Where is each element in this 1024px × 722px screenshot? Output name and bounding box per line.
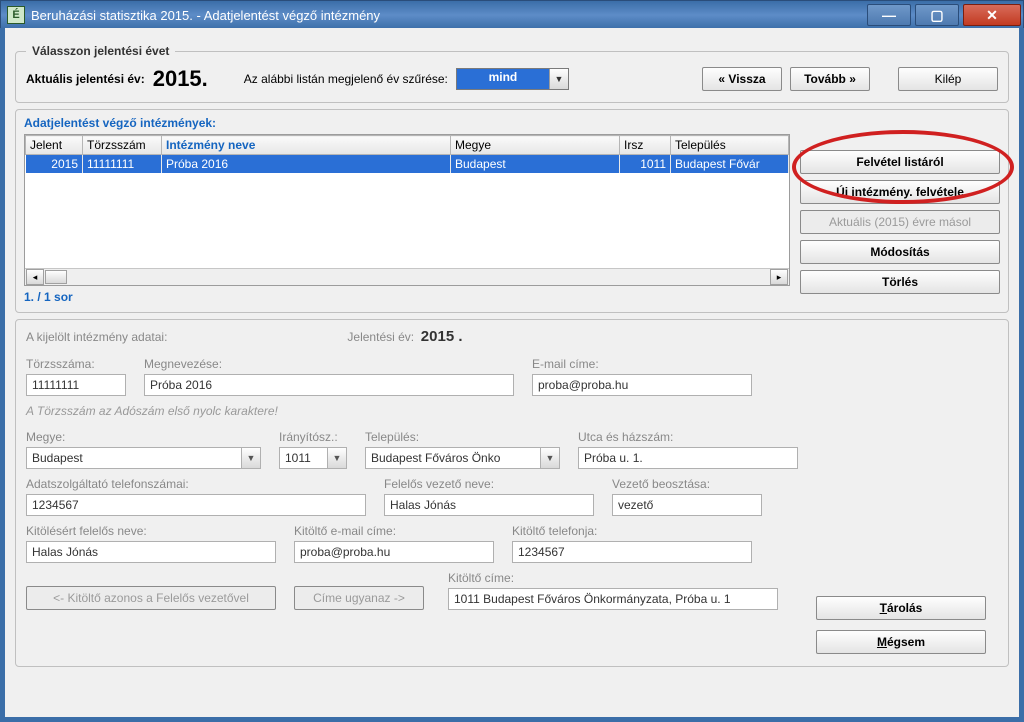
back-button[interactable]: « Vissza bbox=[702, 67, 782, 91]
cancel-button[interactable]: Mégsem bbox=[816, 630, 986, 654]
label-kitolto-tel: Kitöltő telefonja: bbox=[512, 524, 752, 538]
cell-megye: Budapest bbox=[451, 155, 620, 174]
delete-button[interactable]: Törlés bbox=[800, 270, 1000, 294]
chevron-down-icon: ▼ bbox=[549, 69, 568, 89]
institutions-title: Adatjelentést végző intézmények: bbox=[24, 116, 1000, 130]
input-kitolto-neve[interactable] bbox=[26, 541, 276, 563]
cell-jelent: 2015 bbox=[26, 155, 83, 174]
institutions-panel: Adatjelentést végző intézmények: Jelent … bbox=[15, 109, 1009, 313]
input-kitolto-email[interactable] bbox=[294, 541, 494, 563]
label-vezeto-neve: Felelős vezető neve: bbox=[384, 477, 594, 491]
input-vezeto-beosztas[interactable] bbox=[612, 494, 762, 516]
detail-year-value: 2015 . bbox=[421, 328, 463, 345]
grid-horizontal-scrollbar[interactable]: ◂ ▸ bbox=[25, 268, 789, 285]
label-megnevezes: Megnevezése: bbox=[144, 357, 514, 371]
close-button[interactable]: ✕ bbox=[963, 4, 1021, 26]
add-new-institution-button[interactable]: Új intézmény. felvétele bbox=[800, 180, 1000, 204]
combo-megye[interactable]: ▼ bbox=[26, 447, 261, 469]
label-torzsszam: Törzsszáma: bbox=[26, 357, 126, 371]
institution-detail-panel: A kijelölt intézmény adatai: Jelentési é… bbox=[15, 319, 1009, 667]
label-email: E-mail címe: bbox=[532, 357, 752, 371]
year-group-legend: Válasszon jelentési évet bbox=[26, 44, 175, 58]
current-year-label: Aktuális jelentési év: bbox=[26, 72, 145, 86]
label-kitolto-neve: Kitölésért felelős neve: bbox=[26, 524, 276, 538]
cell-nev: Próba 2016 bbox=[162, 155, 451, 174]
year-filter-value: mind bbox=[457, 69, 549, 89]
scroll-left-button[interactable]: ◂ bbox=[26, 269, 44, 285]
cell-telep: Budapest Fővár bbox=[671, 155, 789, 174]
input-vezeto-neve[interactable] bbox=[384, 494, 594, 516]
input-torzsszam[interactable] bbox=[26, 374, 126, 396]
col-telepules[interactable]: Település bbox=[671, 136, 789, 155]
copy-from-vezeto-button[interactable]: <- Kitöltő azonos a Felelős vezetővel bbox=[26, 586, 276, 610]
label-megye: Megye: bbox=[26, 430, 261, 444]
label-kitolto-email: Kitöltő e-mail címe: bbox=[294, 524, 494, 538]
detail-year-label: Jelentési év: bbox=[347, 330, 414, 344]
col-megye[interactable]: Megye bbox=[451, 136, 620, 155]
combo-iranyitoszam[interactable]: ▼ bbox=[279, 447, 347, 469]
chevron-down-icon: ▼ bbox=[540, 447, 560, 469]
input-iranyitoszam[interactable] bbox=[279, 447, 327, 469]
col-intezmeny-neve[interactable]: Intézmény neve bbox=[162, 136, 451, 155]
exit-button[interactable]: Kilép bbox=[898, 67, 998, 91]
chevron-down-icon: ▼ bbox=[241, 447, 261, 469]
save-button[interactable]: Tárolás bbox=[816, 596, 986, 620]
label-adatszolg-tel: Adatszolgáltató telefonszámai: bbox=[26, 477, 366, 491]
input-telepules[interactable] bbox=[365, 447, 540, 469]
chevron-down-icon: ▼ bbox=[327, 447, 347, 469]
app-icon: É bbox=[7, 6, 25, 24]
input-megnevezes[interactable] bbox=[144, 374, 514, 396]
year-filter-select[interactable]: mind ▼ bbox=[456, 68, 569, 90]
scroll-thumb[interactable] bbox=[45, 270, 67, 284]
input-kitolto-cim[interactable] bbox=[448, 588, 778, 610]
cell-torzs: 11111111 bbox=[83, 155, 162, 174]
label-telepules: Település: bbox=[365, 430, 560, 444]
scroll-right-button[interactable]: ▸ bbox=[770, 269, 788, 285]
institutions-grid[interactable]: Jelent Törzsszám Intézmény neve Megye Ir… bbox=[24, 134, 790, 286]
modify-button[interactable]: Módosítás bbox=[800, 240, 1000, 264]
window-title: Beruházási statisztika 2015. - Adatjelen… bbox=[31, 8, 380, 23]
label-utca: Utca és házszám: bbox=[578, 430, 798, 444]
cell-irsz: 1011 bbox=[620, 155, 671, 174]
table-row[interactable]: 2015 11111111 Próba 2016 Budapest 1011 B… bbox=[26, 155, 789, 174]
maximize-button[interactable]: ▢ bbox=[915, 4, 959, 26]
current-year-value: 2015. bbox=[153, 66, 208, 92]
torzsszam-note: A Törzsszám az Adószám első nyolc karakt… bbox=[26, 404, 998, 418]
input-megye[interactable] bbox=[26, 447, 241, 469]
input-email[interactable] bbox=[532, 374, 752, 396]
add-from-list-button[interactable]: Felvétel listáról bbox=[800, 150, 1000, 174]
copy-address-button[interactable]: Címe ugyanaz -> bbox=[294, 586, 424, 610]
col-torzsszam[interactable]: Törzsszám bbox=[83, 136, 162, 155]
filter-label: Az alábbi listán megjelenő év szűrése: bbox=[244, 72, 448, 86]
label-iranyitoszam: Irányítósz.: bbox=[279, 430, 347, 444]
col-irsz[interactable]: Irsz bbox=[620, 136, 671, 155]
combo-telepules[interactable]: ▼ bbox=[365, 447, 560, 469]
label-kitolto-cim: Kitöltő címe: bbox=[448, 571, 778, 585]
col-jelent[interactable]: Jelent bbox=[26, 136, 83, 155]
copy-to-current-year-button[interactable]: Aktuális (2015) évre másol bbox=[800, 210, 1000, 234]
detail-header-label: A kijelölt intézmény adatai: bbox=[26, 330, 167, 344]
input-kitolto-tel[interactable] bbox=[512, 541, 752, 563]
minimize-button[interactable]: — bbox=[867, 4, 911, 26]
input-utca[interactable] bbox=[578, 447, 798, 469]
label-vezeto-beosztas: Vezető beosztása: bbox=[612, 477, 762, 491]
row-counter: 1. / 1 sor bbox=[24, 290, 790, 304]
year-group: Válasszon jelentési évet Aktuális jelent… bbox=[15, 44, 1009, 103]
titlebar: É Beruházási statisztika 2015. - Adatjel… bbox=[0, 0, 1024, 30]
input-adatszolg-tel[interactable] bbox=[26, 494, 366, 516]
next-button[interactable]: Tovább » bbox=[790, 67, 870, 91]
